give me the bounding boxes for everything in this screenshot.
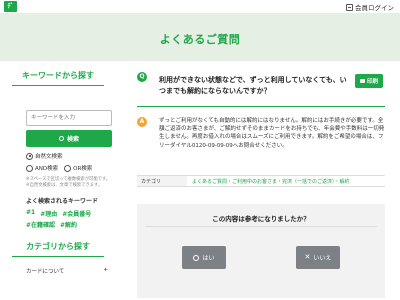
keyword-tag[interactable]: #理由 bbox=[40, 209, 57, 218]
keyword-tag[interactable]: #会員番号 bbox=[62, 209, 91, 218]
search-icon bbox=[58, 136, 64, 141]
radio-or-option[interactable]: OR検索 bbox=[64, 164, 92, 172]
search-button[interactable]: 検索 bbox=[26, 130, 112, 147]
category-info-row: カテゴリ よくあるご質問・ご利用中のお客さま・完済（一括でのご返済）・解約 bbox=[137, 175, 385, 187]
category-item-label: カードについて bbox=[26, 269, 65, 275]
feedback-panel: この内容は参考になりましたか？ はい ✕ いいえ bbox=[137, 204, 385, 298]
question-text: 利用ができない状態などで、ずっと利用していなくても、いつまでも解約にならないんで… bbox=[159, 76, 347, 95]
category-search-heading: カテゴリから探す bbox=[26, 242, 90, 251]
feedback-no-label: いいえ bbox=[313, 255, 332, 262]
radio-or-label: OR検索 bbox=[73, 166, 93, 172]
category-label: カテゴリ bbox=[137, 176, 187, 186]
print-button-label: 印刷 bbox=[366, 79, 378, 85]
circle-icon bbox=[193, 254, 200, 261]
radio-group: AND検索 OR検索 bbox=[26, 164, 104, 172]
keyword-tags: #1 #理由 #会員番号 #在籍確認 #解約 bbox=[26, 209, 112, 229]
print-button[interactable]: 印刷 bbox=[355, 74, 383, 88]
keyword-search-input[interactable] bbox=[26, 110, 112, 126]
answer-icon: A bbox=[137, 117, 147, 127]
cross-icon: ✕ bbox=[304, 253, 311, 261]
feedback-yes-button[interactable]: はい bbox=[182, 246, 226, 269]
page-banner: よくあるご質問 bbox=[0, 13, 400, 61]
feedback-no-button[interactable]: ✕ いいえ bbox=[296, 246, 340, 269]
question-icon: Q bbox=[137, 72, 147, 82]
category-item-card[interactable]: カードについて + bbox=[26, 267, 108, 275]
search-hint: ※スペースで区切って複数検索が可能です。※自然文検索は、文章で検索できます。 bbox=[26, 177, 111, 188]
radio-natural-option[interactable]: 自然文検索 bbox=[26, 152, 104, 160]
radio-or[interactable] bbox=[64, 164, 72, 172]
radio-and-option[interactable]: AND検索 bbox=[26, 164, 58, 172]
category-breadcrumb[interactable]: よくあるご質問・ご利用中のお客さま・完済（一括でのご返済）・解約 bbox=[187, 178, 350, 185]
keyword-tag[interactable]: #解約 bbox=[60, 220, 77, 229]
feedback-question: この内容は参考になりましたか？ bbox=[212, 215, 310, 223]
feedback-divider bbox=[145, 226, 377, 227]
keyword-tag[interactable]: #在籍確認 bbox=[26, 220, 55, 229]
answer-text: ずっとご利用がなくても自動的には解約にはなりません。解約にはお手続きが必要です。… bbox=[159, 118, 385, 149]
printer-icon bbox=[359, 79, 365, 83]
question-divider bbox=[137, 106, 385, 107]
login-icon bbox=[346, 3, 353, 11]
radio-and-label: AND検索 bbox=[35, 166, 59, 172]
popular-keywords-heading: よく検索されるキーワード bbox=[26, 198, 99, 205]
expand-icon[interactable]: + bbox=[103, 267, 108, 275]
keyword-search-heading: キーワードから探す bbox=[22, 71, 94, 80]
radio-and[interactable] bbox=[26, 164, 33, 172]
sidebar: キーワードから探す 検索 自然文検索 AND検索 OR検索 ※スペースで区切って… bbox=[12, 70, 112, 275]
top-bar: ﾃﾞ 会員ログイン bbox=[0, 0, 400, 13]
search-button-label: 検索 bbox=[66, 136, 79, 143]
radio-natural-label: 自然文検索 bbox=[35, 154, 63, 160]
heading-divider bbox=[12, 85, 104, 86]
brand-logo[interactable]: ﾃﾞ bbox=[4, 1, 17, 12]
member-login-link[interactable]: 会員ログイン bbox=[346, 2, 394, 12]
keyword-tag[interactable]: #1 bbox=[26, 209, 35, 218]
member-login-label: 会員ログイン bbox=[355, 4, 394, 12]
page-title: よくあるご質問 bbox=[159, 33, 241, 46]
radio-natural[interactable] bbox=[26, 152, 33, 160]
feedback-yes-label: はい bbox=[202, 255, 215, 262]
heading-divider bbox=[12, 256, 104, 257]
